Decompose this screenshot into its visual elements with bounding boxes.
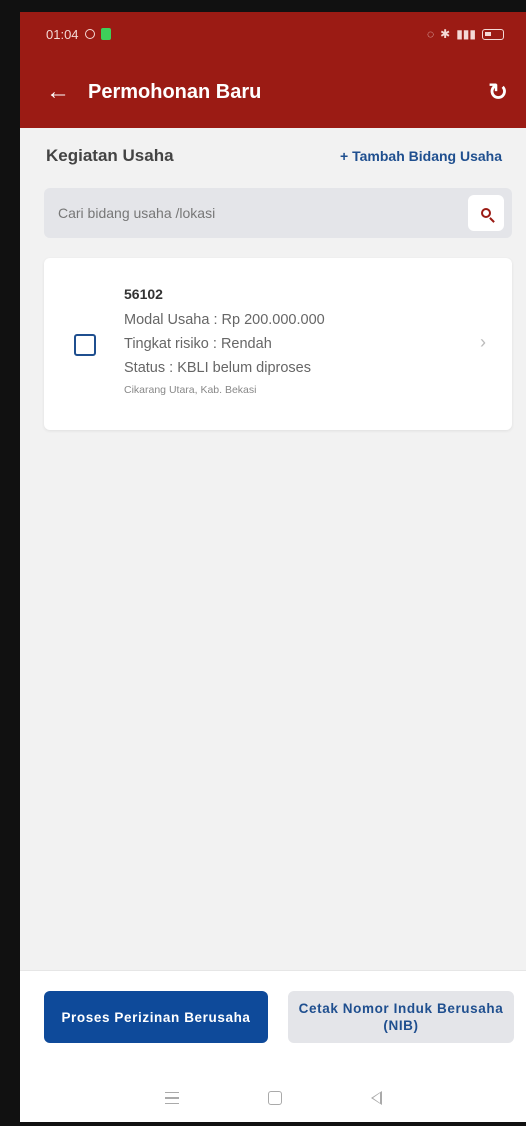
app-notification-icon (100, 28, 111, 40)
battery-icon (482, 28, 504, 40)
home-icon[interactable] (267, 1091, 282, 1105)
bottom-action-area: Proses Perizinan Berusaha Cetak Nomor In… (20, 970, 526, 1122)
page-title: Permohonan Baru (88, 80, 262, 103)
risk-level-text: Tingkat risiko : Rendah (124, 336, 272, 352)
search-box (44, 188, 512, 238)
add-business-field-link[interactable]: + Tambah Bidang Usaha (340, 148, 502, 164)
print-nib-button[interactable]: Cetak Nomor Induk Berusaha (NIB) (288, 991, 514, 1043)
search-button[interactable] (468, 195, 504, 231)
chevron-right-icon: › (480, 332, 486, 352)
arrow-left-icon[interactable]: ← (46, 78, 74, 106)
search-input[interactable] (58, 205, 468, 221)
process-licensing-button[interactable]: Proses Perizinan Berusaha (44, 991, 268, 1043)
section-header: Kegiatan Usaha + Tambah Bidang Usaha (46, 146, 506, 166)
edge (526, 0, 532, 1126)
signal-icon: ▮▮▮ (456, 27, 476, 41)
search-icon (481, 208, 491, 218)
screen: 01:04 ◌ ✱ ▮▮▮ ← Permohonan Baru ↻ Kegiat… (20, 12, 526, 1122)
capital-text: Modal Usaha : Rp 200.000.000 (124, 312, 325, 328)
location-text: Cikarang Utara, Kab. Bekasi (124, 384, 257, 396)
settings-icon: ✱ (440, 27, 451, 41)
app-bar: ← Permohonan Baru ↻ (20, 56, 526, 128)
select-checkbox[interactable] (74, 334, 96, 356)
status-bar: 01:04 ◌ ✱ ▮▮▮ (20, 12, 526, 56)
status-text: Status : KBLI belum diproses (124, 360, 311, 376)
kbli-code: 56102 (124, 286, 163, 302)
refresh-icon[interactable]: ↻ (488, 78, 508, 107)
menu-icon[interactable] (164, 1092, 179, 1104)
alarm-icon: ◌ (426, 27, 435, 41)
back-triangle-icon[interactable] (370, 1091, 382, 1105)
notification-icon (84, 29, 95, 39)
section-title: Kegiatan Usaha (46, 146, 174, 165)
status-time: 01:04 (46, 26, 79, 42)
business-activity-card[interactable]: 56102 Modal Usaha : Rp 200.000.000 Tingk… (44, 258, 512, 430)
card-body: 56102 Modal Usaha : Rp 200.000.000 Tingk… (124, 286, 325, 396)
system-nav-bar (20, 1074, 526, 1122)
